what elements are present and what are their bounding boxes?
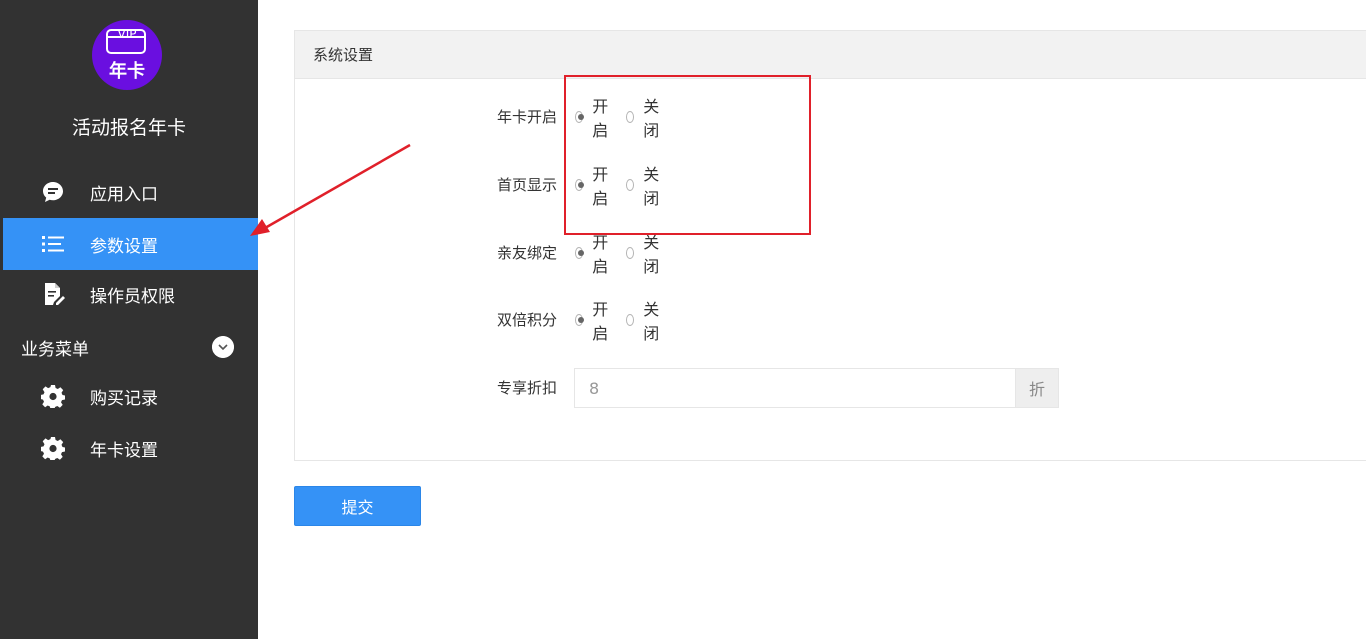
logo-sub-text: 年卡 (109, 61, 145, 82)
radio-group-family-binding: 开启 关闭 (575, 233, 677, 276)
discount-suffix: 折 (1015, 369, 1058, 407)
radio-off[interactable]: 关闭 (626, 229, 663, 277)
form-label: 首页显示 (496, 176, 557, 194)
radio-label: 关闭 (643, 97, 660, 140)
section-business-menu[interactable]: 业务菜单 (21, 333, 241, 361)
form-label: 双倍积分 (496, 311, 557, 329)
sidebar-item-params[interactable]: 参数设置 (3, 218, 258, 270)
list-icon (42, 236, 64, 252)
radio-dot[interactable] (626, 247, 635, 259)
radio-off[interactable]: 关闭 (626, 93, 663, 141)
radio-label: 开启 (592, 233, 609, 276)
radio-label: 关闭 (643, 300, 660, 343)
submit-button[interactable]: 提交 (294, 486, 421, 526)
radio-dot[interactable] (626, 314, 635, 326)
radio-label: 开启 (592, 300, 609, 343)
app-name: 活动报名年卡 (71, 117, 186, 139)
radio-on[interactable]: 开启 (575, 161, 612, 209)
radio-on[interactable]: 开启 (575, 229, 612, 277)
sidebar-item-label: 年卡设置 (90, 440, 158, 461)
radio-off[interactable]: 关闭 (626, 296, 663, 344)
radio-group-card-enable: 开启 关闭 (575, 97, 677, 140)
radio-dot[interactable] (626, 111, 635, 123)
sidebar-item-label: 购买记录 (90, 388, 158, 409)
form-label: 年卡开启 (496, 108, 557, 126)
app-logo: VIP 年卡 (92, 20, 162, 90)
section-label: 业务菜单 (21, 339, 89, 360)
radio-dot-checked[interactable] (575, 179, 585, 191)
document-edit-icon (45, 283, 65, 305)
radio-label: 关闭 (643, 165, 660, 208)
sidebar-item-app-entry[interactable]: 应用入口 (3, 166, 258, 218)
sidebar-item-label: 参数设置 (90, 236, 158, 257)
radio-dot[interactable] (626, 179, 635, 191)
radio-label: 开启 (592, 97, 609, 140)
panel-title: 系统设置 (295, 31, 1366, 79)
chat-bubble-icon (43, 182, 63, 202)
radio-label: 关闭 (643, 233, 660, 276)
discount-input-group: 折 (574, 368, 1059, 408)
form-label: 亲友绑定 (496, 244, 557, 262)
radio-group-home-display: 开启 关闭 (575, 165, 677, 208)
radio-off[interactable]: 关闭 (626, 161, 663, 209)
sidebar-item-label: 操作员权限 (90, 286, 175, 307)
sidebar: VIP 年卡 活动报名年卡 应用入口 参数设置 操作员权限 业务菜单 购买记录 … (0, 0, 258, 639)
logo-card-text: VIP (117, 27, 137, 41)
sidebar-item-operator-permissions[interactable]: 操作员权限 (3, 268, 258, 320)
radio-label: 开启 (592, 165, 609, 208)
radio-on[interactable]: 开启 (575, 296, 612, 344)
radio-dot-checked[interactable] (575, 111, 585, 123)
radio-dot-checked[interactable] (575, 314, 585, 326)
sidebar-item-purchase-records[interactable]: 购买记录 (3, 370, 258, 422)
form-row-discount: 专享折扣 折 (295, 368, 1366, 408)
gear-icon (41, 385, 65, 408)
sidebar-item-card-settings[interactable]: 年卡设置 (3, 422, 258, 474)
chevron-down-icon[interactable] (212, 336, 234, 358)
sidebar-item-label: 应用入口 (90, 184, 158, 205)
form-label: 专享折扣 (496, 379, 557, 397)
radio-group-double-points: 开启 关闭 (575, 300, 677, 343)
system-settings-panel: 系统设置 年卡开启 开启 关闭 首页显示 开启 关闭 亲友绑定 开启 关闭 双倍… (294, 30, 1366, 461)
discount-input[interactable] (575, 369, 1015, 407)
radio-on[interactable]: 开启 (575, 93, 612, 141)
gear-icon (41, 437, 65, 460)
radio-dot-checked[interactable] (575, 247, 585, 259)
